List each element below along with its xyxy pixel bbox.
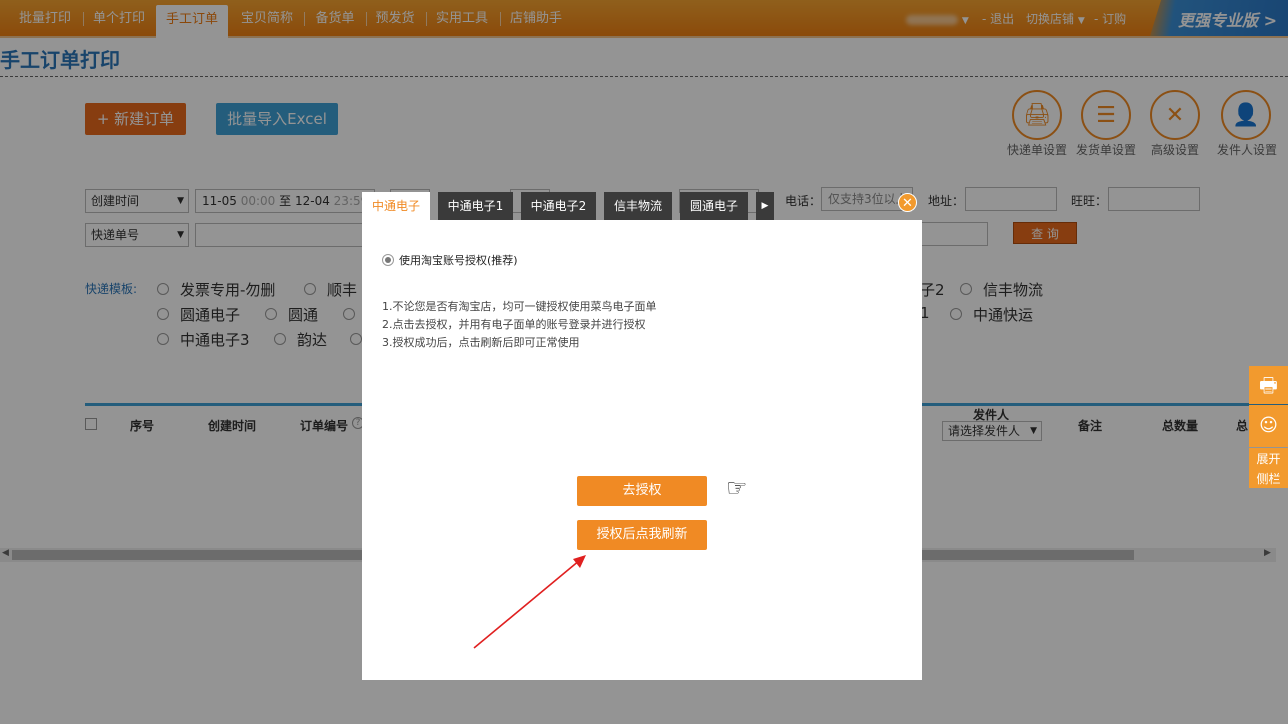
expand-sidebar-button[interactable]: 展开 侧栏 [1249, 448, 1288, 488]
pointing-hand-icon: ☜ [726, 474, 748, 502]
tab-zto-electronic[interactable]: 中通电子 [362, 192, 430, 220]
go-authorize-button[interactable]: 去授权 [577, 476, 707, 506]
instruction-1: 1.不论您是否有淘宝店，均可一键授权使用菜鸟电子面单 [382, 300, 657, 313]
taobao-auth-radio[interactable] [382, 254, 394, 266]
tab-zto-electronic-1[interactable]: 中通电子1 [438, 192, 513, 220]
red-arrow-annotation [473, 555, 586, 649]
taobao-auth-label[interactable]: 使用淘宝账号授权(推荐) [399, 252, 518, 268]
chat-icon: ☺ [1259, 415, 1278, 436]
radio-dot [385, 257, 391, 263]
tab-scroll-right-icon[interactable]: ▶ [756, 192, 774, 220]
print-dock-button[interactable]: 🖶 [1249, 366, 1288, 404]
printer-icon: 🖶 [1259, 373, 1278, 397]
expand-label: 展开 [1256, 452, 1281, 466]
tab-yto-electronic[interactable]: 圆通电子 [680, 192, 748, 220]
auth-modal: 使用淘宝账号授权(推荐) 1.不论您是否有淘宝店，均可一键授权使用菜鸟电子面单 … [362, 220, 922, 680]
instruction-3: 3.授权成功后，点击刷新后即可正常使用 [382, 336, 580, 349]
tab-zto-electronic-2[interactable]: 中通电子2 [521, 192, 596, 220]
instruction-2: 2.点击去授权，并用有电子面单的账号登录并进行授权 [382, 318, 646, 331]
sidebar-label: 侧栏 [1256, 472, 1281, 486]
service-dock-button[interactable]: ☺ [1249, 405, 1288, 447]
close-icon[interactable]: ✕ [898, 193, 917, 212]
tab-xinfeng-logistics[interactable]: 信丰物流 [604, 192, 672, 220]
